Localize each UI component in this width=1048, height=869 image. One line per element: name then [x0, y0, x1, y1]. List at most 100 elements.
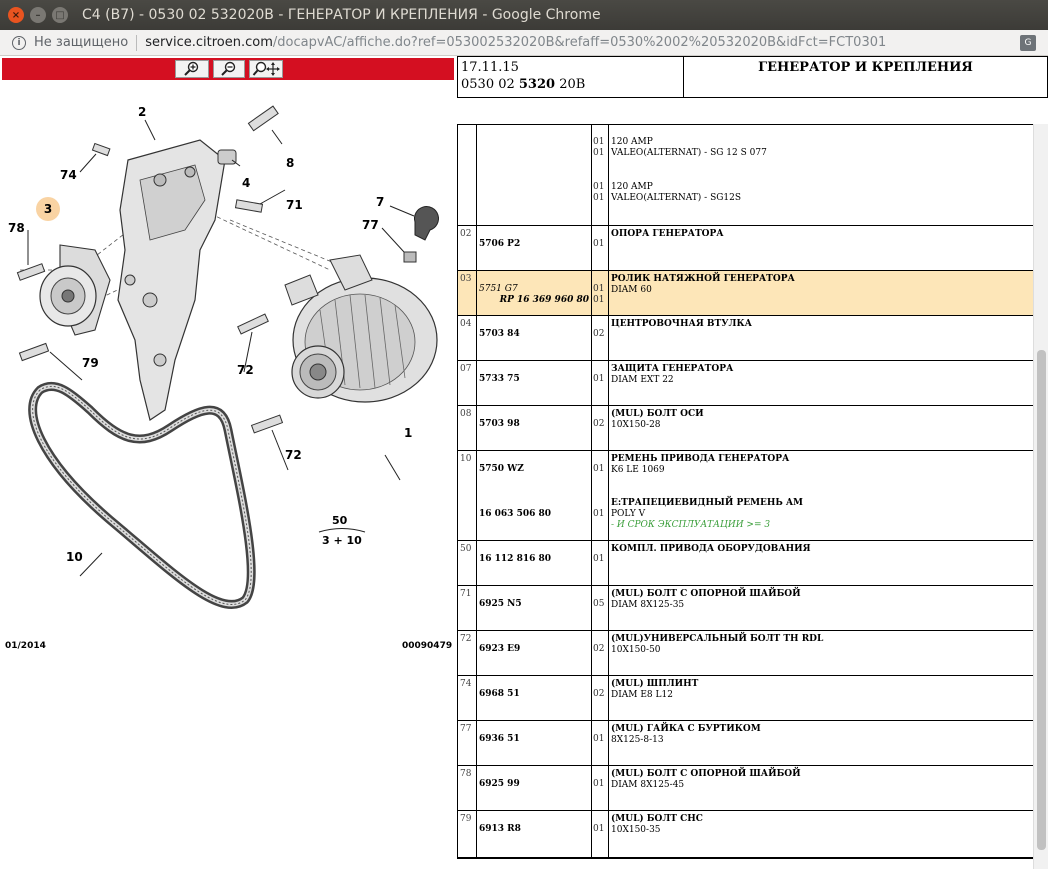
row-ref[interactable]: 5703 84	[477, 316, 592, 360]
callout-4[interactable]: 4	[242, 176, 250, 190]
row-ref[interactable]: 16 112 816 80	[477, 541, 592, 585]
table-row[interactable]: 71 6925 N5 05 (MUL) БОЛТ С ОПОРНОЙ ШАЙБО…	[458, 586, 1033, 631]
callout-74[interactable]: 74	[60, 168, 77, 182]
table-scrollbar[interactable]	[1033, 124, 1048, 869]
row-ref[interactable]: 6923 E9	[477, 631, 592, 675]
header-title: ГЕНЕРАТОР И КРЕПЛЕНИЯ	[758, 60, 973, 75]
row-desc: (MUL) БОЛТ CHC 10X150-35	[611, 814, 703, 835]
row-qty: 01	[592, 361, 609, 405]
callout-72-lower[interactable]: 72	[285, 448, 302, 462]
parts-table: 01 01 01 01 120 AMP VALEO(ALTERNAT) - SG…	[457, 124, 1033, 859]
row-num	[458, 125, 477, 225]
table-row[interactable]: 08 5703 98 02 (MUL) БОЛТ ОСИ 10X150-28	[458, 406, 1033, 451]
zoom-toolbar	[2, 58, 454, 80]
row-desc: ЗАЩИТА ГЕНЕРАТОРА DIAM EXT 22	[611, 364, 734, 385]
callout-2[interactable]: 2	[138, 105, 146, 119]
diagram-panel: 2 8 4 74 71 3 78 7 77 79 72 72 1 10 50 3…	[0, 56, 457, 869]
row-desc: РОЛИК НАТЯЖНОЙ ГЕНЕРАТОРА DIAM 60	[611, 274, 795, 295]
row-desc: (MUL)УНИВЕРСАЛЬНЫЙ БОЛТ TH RDL 10X150-50	[611, 634, 824, 655]
table-row[interactable]: 79 6913 R8 01 (MUL) БОЛТ CHC 10X150-35	[458, 811, 1033, 858]
row-qty: 02	[592, 631, 609, 675]
row-qty: 01 01	[592, 271, 609, 315]
table-row[interactable]: 72 6923 E9 02 (MUL)УНИВЕРСАЛЬНЫЙ БОЛТ TH…	[458, 631, 1033, 676]
scrollbar-thumb[interactable]	[1037, 350, 1046, 850]
table-row[interactable]: 07 5733 75 01 ЗАЩИТА ГЕНЕРАТОРА DIAM EXT…	[458, 361, 1033, 406]
address-bar[interactable]: i Не защищено service.citroen.com/docapv…	[0, 30, 1048, 56]
row-ref[interactable]: 6913 R8	[477, 811, 592, 857]
table-bottom-border	[457, 858, 1033, 859]
table-row[interactable]: 50 16 112 816 80 01 КОМПЛ. ПРИВОДА ОБОРУ…	[458, 541, 1033, 586]
row-qty: 01	[592, 721, 609, 765]
row-num: 71	[458, 586, 477, 630]
header-date: 17.11.15	[461, 60, 519, 75]
translate-icon[interactable]: G	[1020, 35, 1036, 51]
row-num: 04	[458, 316, 477, 360]
table-row[interactable]: 77 6936 51 01 (MUL) ГАЙКА С БУРТИКОМ 8X1…	[458, 721, 1033, 766]
row-qty: 02	[592, 676, 609, 720]
address-separator	[136, 34, 138, 51]
row-qty: 01	[592, 226, 609, 270]
row-qty: 01	[592, 811, 609, 857]
zoom-out-button[interactable]	[213, 60, 245, 78]
table-row-highlighted[interactable]: 03 5751 G7 RP 16 369 960 80 01 01 РОЛИК …	[458, 271, 1033, 316]
callout-78[interactable]: 78	[8, 221, 25, 235]
table-row[interactable]: 02 5706 P2 01 ОПОРА ГЕНЕРАТОРА	[458, 226, 1033, 271]
row-num: 79	[458, 811, 477, 857]
ratio-top: 50	[332, 514, 348, 527]
url-text[interactable]: service.citroen.com/docapvAC/affiche.do?…	[145, 35, 886, 50]
row-desc: (MUL) БОЛТ ОСИ 10X150-28	[611, 409, 704, 430]
row-num: 02	[458, 226, 477, 270]
security-label[interactable]: Не защищено	[34, 35, 128, 50]
callout-8[interactable]: 8	[286, 156, 294, 170]
row-ref[interactable]: 6925 N5	[477, 586, 592, 630]
diagram-date: 01/2014	[5, 641, 46, 651]
row-qty: 02	[592, 316, 609, 360]
ratio-brace	[318, 528, 366, 533]
callout-77[interactable]: 77	[362, 218, 379, 232]
callout-72-upper[interactable]: 72	[237, 363, 254, 377]
row-ref[interactable]: 5703 98	[477, 406, 592, 450]
row-ref[interactable]: 6936 51	[477, 721, 592, 765]
table-row[interactable]: 01 01 01 01 120 AMP VALEO(ALTERNAT) - SG…	[458, 125, 1033, 226]
table-row[interactable]: 78 6925 99 01 (MUL) БОЛТ С ОПОРНОЙ ШАЙБО…	[458, 766, 1033, 811]
callout-79[interactable]: 79	[82, 356, 99, 370]
zoom-pan-icon	[252, 61, 280, 76]
row-num: 50	[458, 541, 477, 585]
maximize-window-button[interactable]: □	[52, 7, 68, 23]
row-ref[interactable]: 6968 51	[477, 676, 592, 720]
row-num: 08	[458, 406, 477, 450]
row-ref[interactable]: 5706 P2	[477, 226, 592, 270]
row-desc: РЕМЕНЬ ПРИВОДА ГЕНЕРАТОРА K6 LE 1069 E:Т…	[611, 454, 803, 530]
zoom-pan-button[interactable]	[249, 60, 283, 78]
row-num: 10	[458, 451, 477, 540]
table-row[interactable]: 74 6968 51 02 (MUL) ШПЛИНТ DIAM E8 L12	[458, 676, 1033, 721]
row-ref[interactable]: 5733 75	[477, 361, 592, 405]
row-ref[interactable]: 5750 WZ 16 063 506 80	[477, 451, 592, 540]
zoom-in-button[interactable]	[175, 60, 209, 78]
row-num: 77	[458, 721, 477, 765]
usage-note: - И СРОК ЭКСПЛУАТАЦИИ >= 3	[611, 520, 771, 530]
callout-71[interactable]: 71	[286, 198, 303, 212]
exploded-parts-diagram[interactable]: 2 8 4 74 71 3 78 7 77 79 72 72 1 10 50 3…	[0, 80, 457, 680]
row-ref	[477, 125, 592, 225]
row-qty: 05	[592, 586, 609, 630]
window-title: C4 (B7) - 0530 02 532020B - ГЕНЕРАТОР И …	[82, 7, 601, 23]
window-title-bar: × – □ C4 (B7) - 0530 02 532020B - ГЕНЕРА…	[0, 0, 1048, 30]
row-num: 72	[458, 631, 477, 675]
minimize-window-button[interactable]: –	[30, 7, 46, 23]
callout-3-highlighted[interactable]: 3	[36, 197, 60, 221]
row-desc: ОПОРА ГЕНЕРАТОРА	[611, 229, 724, 239]
row-desc: (MUL) БОЛТ С ОПОРНОЙ ШАЙБОЙ DIAM 8X125-4…	[611, 769, 801, 790]
table-row[interactable]: 10 5750 WZ 16 063 506 80 01 01 РЕМЕНЬ ПР…	[458, 451, 1033, 541]
callout-10[interactable]: 10	[66, 550, 83, 564]
info-icon[interactable]: i	[12, 35, 26, 50]
callout-1[interactable]: 1	[404, 426, 412, 440]
table-row[interactable]: 04 5703 84 02 ЦЕНТРОВОЧНАЯ ВТУЛКА	[458, 316, 1033, 361]
row-ref[interactable]: 6925 99	[477, 766, 592, 810]
row-ref[interactable]: 5751 G7 RP 16 369 960 80	[477, 271, 592, 315]
row-num: 78	[458, 766, 477, 810]
row-desc: ЦЕНТРОВОЧНАЯ ВТУЛКА	[611, 319, 753, 329]
row-num: 07	[458, 361, 477, 405]
callout-7[interactable]: 7	[376, 195, 384, 209]
close-window-button[interactable]: ×	[8, 7, 24, 23]
